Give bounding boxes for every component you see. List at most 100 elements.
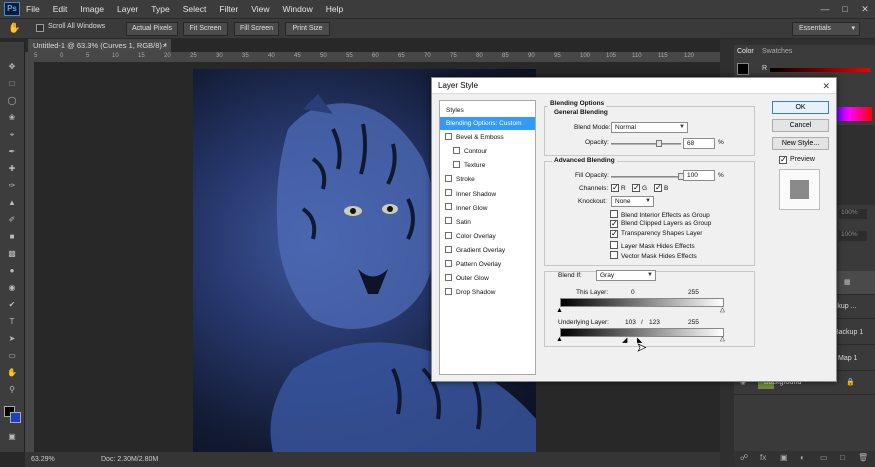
blur-tool-icon[interactable]: ● bbox=[6, 266, 18, 275]
scroll-all-windows-checkbox[interactable] bbox=[36, 24, 44, 32]
style-checkbox[interactable] bbox=[445, 189, 452, 197]
cancel-button[interactable]: Cancel bbox=[772, 119, 829, 132]
style-checkbox[interactable] bbox=[445, 245, 452, 253]
opacity-slider-thumb[interactable] bbox=[655, 140, 662, 147]
style-item[interactable]: Blending Options: Custom bbox=[440, 117, 535, 130]
channel-r-checkbox[interactable]: ✓ bbox=[611, 184, 619, 192]
move-tool-icon[interactable]: ✥ bbox=[6, 62, 18, 71]
fit-screen-button[interactable]: Fit Screen bbox=[183, 22, 228, 36]
foreground-color-chip[interactable] bbox=[737, 63, 749, 75]
style-checkbox[interactable] bbox=[445, 175, 452, 183]
healing-tool-icon[interactable]: ✚ bbox=[6, 164, 18, 173]
brush-tool-icon[interactable]: ✑ bbox=[6, 181, 18, 190]
tab-swatches[interactable]: Swatches bbox=[762, 48, 792, 55]
ok-button[interactable]: OK bbox=[772, 101, 829, 114]
style-checkbox[interactable] bbox=[445, 231, 452, 239]
workspace-select[interactable]: Essentials ▾ bbox=[792, 22, 860, 36]
style-checkbox[interactable] bbox=[445, 287, 452, 295]
new-layer-icon[interactable]: □ bbox=[840, 453, 845, 462]
style-checkbox[interactable] bbox=[453, 161, 460, 169]
close-icon[interactable]: ✕ bbox=[822, 78, 830, 94]
menu-type[interactable]: Type bbox=[151, 4, 169, 14]
advanced-option-row[interactable]: Vector Mask Hides Effects bbox=[610, 250, 697, 260]
trash-icon[interactable]: 🗑 bbox=[858, 453, 868, 462]
style-checkbox[interactable] bbox=[445, 132, 452, 140]
menu-select[interactable]: Select bbox=[183, 4, 207, 14]
style-item[interactable]: Inner Glow bbox=[440, 202, 535, 215]
tab-color[interactable]: Color bbox=[737, 48, 754, 55]
document-tab[interactable]: Untitled-1 @ 63.3% (Curves 1, RGB/8) * × bbox=[28, 39, 171, 52]
style-item[interactable]: Color Overlay bbox=[440, 230, 535, 243]
style-item[interactable]: Pattern Overlay bbox=[440, 258, 535, 271]
fill-opacity-slider[interactable] bbox=[611, 176, 681, 178]
style-item[interactable]: Texture bbox=[440, 159, 535, 172]
blend-if-select[interactable]: Gray ▼ bbox=[596, 270, 656, 281]
background-color-swatch[interactable] bbox=[10, 412, 21, 423]
maximize-icon[interactable]: □ bbox=[835, 2, 855, 16]
style-item[interactable]: Satin bbox=[440, 216, 535, 229]
channel-b-checkbox[interactable]: ✓ bbox=[654, 184, 662, 192]
advanced-option-checkbox[interactable]: ✓ bbox=[610, 230, 618, 239]
hand-tool-icon[interactable]: ✋ bbox=[6, 368, 18, 377]
layer-opacity-field[interactable]: 100% bbox=[839, 209, 867, 219]
underlying-black-slider-left[interactable]: ▲ bbox=[556, 336, 563, 343]
adjustment-icon[interactable]: ◐ bbox=[800, 453, 805, 462]
eyedropper-tool-icon[interactable]: ✒ bbox=[6, 147, 18, 156]
style-item[interactable]: Outer Glow bbox=[440, 272, 535, 285]
style-checkbox[interactable] bbox=[445, 259, 452, 267]
this-layer-white-slider[interactable]: ▲ bbox=[719, 307, 727, 315]
style-item[interactable]: Stroke bbox=[440, 173, 535, 186]
menu-layer[interactable]: Layer bbox=[117, 4, 138, 14]
menu-window[interactable]: Window bbox=[282, 4, 312, 14]
menu-file[interactable]: File bbox=[26, 4, 40, 14]
path-select-tool-icon[interactable]: ➤ bbox=[6, 334, 18, 343]
mask-icon[interactable]: ▣ bbox=[780, 453, 788, 462]
style-item[interactable]: Contour bbox=[440, 145, 535, 158]
advanced-option-checkbox[interactable] bbox=[610, 250, 618, 259]
quick-mask-icon[interactable]: ▣ bbox=[6, 432, 18, 441]
blend-mode-select[interactable]: Normal ▼ bbox=[611, 122, 688, 133]
underlying-black-slider-split-left[interactable]: ◢ bbox=[622, 336, 627, 344]
menu-help[interactable]: Help bbox=[326, 4, 343, 14]
advanced-option-row[interactable]: Blend Interior Effects as Group bbox=[610, 209, 710, 219]
style-item[interactable]: Inner Shadow bbox=[440, 188, 535, 201]
zoom-tool-icon[interactable]: ⚲ bbox=[6, 385, 18, 394]
link-icon[interactable]: ☍ bbox=[740, 453, 748, 462]
this-layer-black-slider[interactable]: ▲ bbox=[556, 307, 563, 314]
clone-stamp-tool-icon[interactable]: ▲ bbox=[6, 198, 18, 207]
style-checkbox[interactable] bbox=[445, 203, 452, 211]
type-tool-icon[interactable]: T bbox=[6, 317, 18, 326]
advanced-option-row[interactable]: Layer Mask Hides Effects bbox=[610, 240, 695, 250]
red-channel-slider[interactable] bbox=[770, 68, 870, 72]
marquee-tool-icon[interactable]: □ bbox=[6, 79, 18, 88]
advanced-option-row[interactable]: ✓ Blend Clipped Layers as Group bbox=[610, 219, 711, 229]
style-item[interactable]: Gradient Overlay bbox=[440, 244, 535, 257]
preview-checkbox[interactable]: ✓ bbox=[779, 156, 787, 164]
hand-tool-icon[interactable]: ✋ bbox=[8, 23, 20, 34]
quick-select-tool-icon[interactable]: ❀ bbox=[6, 113, 18, 122]
layer-fill-field[interactable]: 100% bbox=[839, 231, 867, 241]
menu-image[interactable]: Image bbox=[80, 4, 104, 14]
print-size-button[interactable]: Print Size bbox=[285, 22, 330, 36]
style-checkbox[interactable] bbox=[453, 146, 460, 154]
history-brush-tool-icon[interactable]: ✐ bbox=[6, 215, 18, 224]
minimize-icon[interactable]: — bbox=[815, 2, 835, 16]
zoom-level[interactable]: 63.29% bbox=[31, 456, 55, 463]
opacity-field[interactable]: 68 bbox=[683, 138, 715, 149]
opacity-slider[interactable] bbox=[611, 143, 681, 145]
crop-tool-icon[interactable]: ⌖ bbox=[6, 130, 18, 139]
style-item[interactable]: Drop Shadow bbox=[440, 286, 535, 299]
styles-header[interactable]: Styles bbox=[440, 104, 535, 117]
advanced-option-checkbox[interactable]: ✓ bbox=[610, 220, 618, 229]
menu-filter[interactable]: Filter bbox=[219, 4, 238, 14]
advanced-option-row[interactable]: ✓ Transparency Shapes Layer bbox=[610, 229, 702, 239]
style-checkbox[interactable] bbox=[445, 273, 452, 281]
style-checkbox[interactable] bbox=[445, 217, 452, 225]
folder-icon[interactable]: ▭ bbox=[820, 453, 828, 462]
pen-tool-icon[interactable]: ✔ bbox=[6, 300, 18, 309]
close-tab-icon[interactable]: × bbox=[163, 39, 167, 52]
fill-opacity-field[interactable]: 100 bbox=[683, 170, 715, 181]
knockout-select[interactable]: None ▼ bbox=[611, 196, 654, 207]
style-item[interactable]: Bevel & Emboss bbox=[440, 131, 535, 144]
menu-view[interactable]: View bbox=[251, 4, 269, 14]
